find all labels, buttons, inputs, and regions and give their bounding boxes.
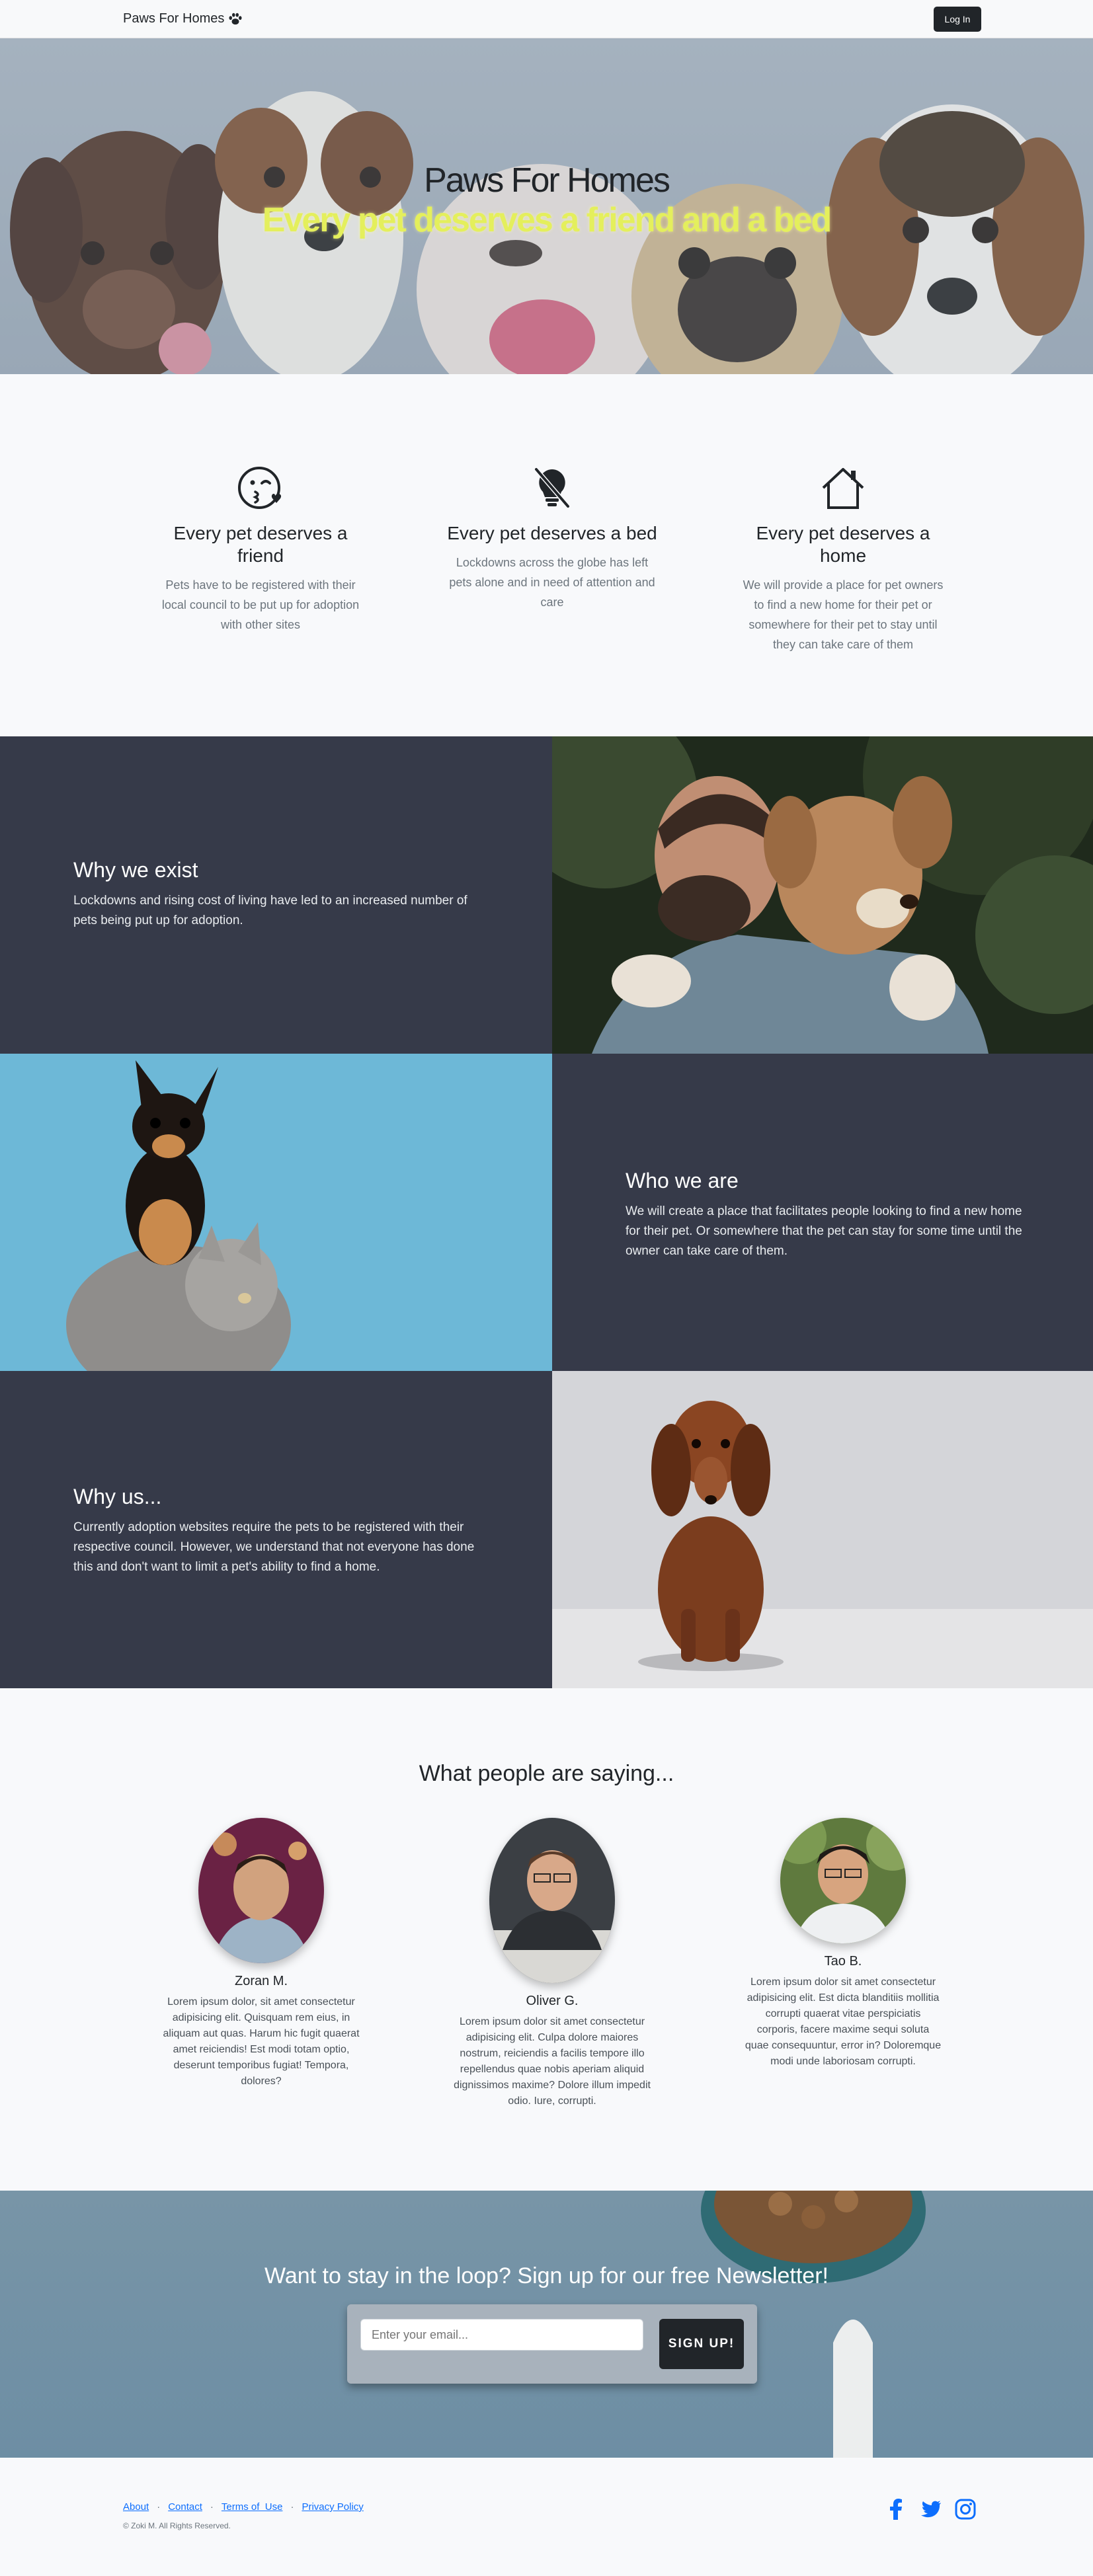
showcase-text-panel: Why we exist Lockdowns and rising cost o… xyxy=(0,736,552,1054)
footer-link-privacy[interactable]: Privacy Policy xyxy=(302,2501,363,2513)
showcase-text: We will create a place that facilitates … xyxy=(626,1204,1022,1258)
facebook-icon[interactable] xyxy=(886,2499,907,2520)
dog-on-cat-image xyxy=(0,1054,552,1371)
footer-separator: · xyxy=(290,2501,294,2513)
footer-separator: · xyxy=(157,2501,161,2513)
paw-icon xyxy=(229,13,242,24)
footer-link-terms[interactable]: Terms of Use xyxy=(222,2501,283,2513)
sign-up-button[interactable]: SIGN UP! xyxy=(659,2319,744,2369)
emoji-kiss-heart-icon xyxy=(238,467,282,509)
feature-title: Every pet deserves a friend xyxy=(173,523,348,566)
showcase-who-we-are: Who we are We will create a place that f… xyxy=(0,1054,1093,1371)
newsletter-heading: Want to stay in the loop? Sign up for ou… xyxy=(264,2263,829,2288)
showcase-text: Currently adoption websites require the … xyxy=(73,1520,475,1574)
feature-title: Every pet deserves a bed xyxy=(447,523,657,543)
footer-link-contact[interactable]: Contact xyxy=(168,2501,202,2513)
showcase-title: Who we are xyxy=(626,1169,739,1192)
testimonial-card: Zoran M. Lorem ipsum dolor, sit amet con… xyxy=(162,1818,360,2089)
footer-links: About · Contact · Terms of Use · Privacy… xyxy=(123,2501,364,2513)
newsletter-form: SIGN UP! xyxy=(347,2304,757,2384)
social-links xyxy=(886,2499,976,2520)
hero-banner: Paws For Homes Every pet deserves a frie… xyxy=(0,38,1093,374)
avatar xyxy=(780,1818,906,1943)
feature-text: Lockdowns across the globe has left pets… xyxy=(449,556,655,609)
instagram-icon[interactable] xyxy=(955,2499,976,2520)
navbar: Paws For Homes Log In xyxy=(0,0,1093,38)
house-icon xyxy=(822,468,864,509)
showcase-why-we-exist: Why we exist Lockdowns and rising cost o… xyxy=(0,736,1093,1054)
showcase-text: Lockdowns and rising cost of living have… xyxy=(73,894,467,927)
feature-title: Every pet deserves a home xyxy=(756,523,930,566)
showcase-why-us: Why us... Currently adoption websites re… xyxy=(0,1371,1093,1688)
footer: About · Contact · Terms of Use · Privacy… xyxy=(0,2458,1093,2576)
footer-link-about[interactable]: About xyxy=(123,2501,149,2513)
testimonial-card: Tao B. Lorem ipsum dolor sit amet consec… xyxy=(744,1818,942,2070)
twitter-icon[interactable] xyxy=(920,2499,942,2520)
feature-home: Every pet deserves a home We will provid… xyxy=(737,461,949,654)
feature-text: We will provide a place for pet owners t… xyxy=(743,578,944,651)
hero-title: Paws For Homes xyxy=(424,161,670,200)
features-section: Every pet deserves a friend Pets have to… xyxy=(0,374,1093,736)
brand-name: Paws For Homes xyxy=(123,11,225,26)
showcase-text-panel: Why us... Currently adoption websites re… xyxy=(0,1371,552,1688)
avatar xyxy=(198,1818,324,1963)
testimonials-heading: What people are saying... xyxy=(419,1761,674,1786)
feature-bed: Every pet deserves a bed Lockdowns acros… xyxy=(446,461,658,612)
feature-friend: Every pet deserves a friend Pets have to… xyxy=(155,461,366,635)
brand[interactable]: Paws For Homes xyxy=(123,11,243,26)
lightbulb-off-icon xyxy=(534,467,570,508)
showcase-title: Why we exist xyxy=(73,858,198,882)
hero-subtitle: Every pet deserves a friend and a bed xyxy=(262,201,832,239)
testimonial-name: Oliver G. xyxy=(526,1994,579,2008)
man-hugging-dog-image xyxy=(552,736,1093,1054)
testimonials-section: What people are saying... Zoran M. Lorem… xyxy=(0,1688,1093,2191)
testimonial-quote: Lorem ipsum dolor sit amet consectetur a… xyxy=(745,1976,942,2067)
footer-separator: · xyxy=(210,2501,214,2513)
dachshund-image xyxy=(552,1371,1093,1688)
testimonial-name: Tao B. xyxy=(824,1954,862,1969)
newsletter-section: Want to stay in the loop? Sign up for ou… xyxy=(0,2191,1093,2458)
showcase-title: Why us... xyxy=(73,1485,162,1508)
testimonial-name: Zoran M. xyxy=(234,1974,288,1988)
email-input[interactable] xyxy=(360,2319,643,2351)
testimonial-quote: Lorem ipsum dolor sit amet consectetur a… xyxy=(454,2016,651,2107)
feature-text: Pets have to be registered with their lo… xyxy=(161,578,360,631)
login-button[interactable]: Log In xyxy=(934,7,981,32)
avatar xyxy=(489,1818,615,1983)
showcase-text-panel: Who we are We will create a place that f… xyxy=(552,1054,1093,1371)
copyright: © Zoki M. All Rights Reserved. xyxy=(123,2521,231,2530)
testimonial-quote: Lorem ipsum dolor, sit amet consectetur … xyxy=(163,1996,360,2087)
testimonial-card: Oliver G. Lorem ipsum dolor sit amet con… xyxy=(453,1818,651,2109)
